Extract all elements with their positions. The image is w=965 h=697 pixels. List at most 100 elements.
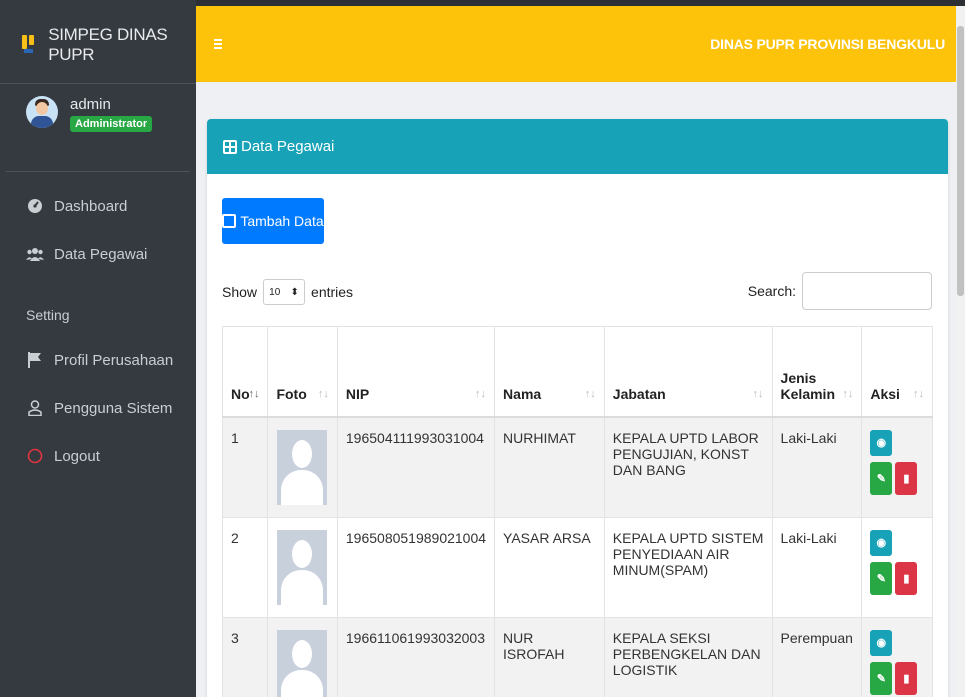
edit-icon: ✎ [876, 572, 886, 585]
cell-jenis-kelamin: Perempuan [771, 616, 863, 697]
cell-nip: 196504111993031004 [336, 416, 496, 518]
avatar [26, 96, 58, 128]
header-title: DINAS PUPR PROVINSI BENGKULU [710, 36, 945, 52]
entries-select[interactable]: 10 ⬍ [263, 279, 306, 305]
users-icon [26, 245, 44, 263]
table-row: 2 196508051989021004 YASAR ARSA KEPALA U… [221, 516, 933, 618]
column-header-jenis-kelamin[interactable]: Jenis Kelamin ↑↓ [771, 326, 863, 418]
employee-photo [277, 429, 328, 505]
edit-icon [222, 214, 237, 228]
role-badge: Administrator [70, 116, 153, 132]
sidebar-item-logout[interactable]: Logout [0, 432, 196, 480]
column-header-foto[interactable]: Foto ↑↓ [267, 326, 338, 418]
table-icon [223, 139, 237, 154]
sidebar-item-data-pegawai[interactable]: Data Pegawai [0, 230, 196, 278]
column-header-aksi[interactable]: Aksi ↑↓ [861, 326, 933, 418]
cell-no: 3 [221, 616, 269, 697]
search-control: Search: [748, 272, 932, 310]
user-name: admin [70, 96, 111, 113]
menu-toggle-icon[interactable] [214, 39, 222, 49]
trash-icon: ▮ [903, 672, 910, 685]
page-scrollbar[interactable] [956, 6, 965, 697]
sidebar-item-dashboard[interactable]: Dashboard [0, 182, 196, 230]
entries-value: 10 [269, 286, 281, 298]
eye-icon: ◉ [876, 537, 887, 549]
brand[interactable]: SIMPEG DINAS PUPR [0, 6, 196, 84]
edit-button[interactable]: ✎ [870, 461, 893, 495]
column-header-jabatan[interactable]: Jabatan ↑↓ [603, 326, 773, 418]
cell-jabatan: KEPALA UPTD SISTEM PENYEDIAAN AIR MINUM(… [603, 516, 773, 618]
sidebar: SIMPEG DINAS PUPR admin Administrator Da… [0, 0, 196, 697]
sort-icon: ↑↓ [752, 387, 764, 400]
sidebar-item-pengguna-sistem[interactable]: Pengguna Sistem [0, 384, 196, 432]
data-pegawai-card: Data Pegawai Tambah Data Show 10 ⬍ entri… [207, 119, 948, 697]
cell-nip: 196611061993032003 [336, 616, 496, 697]
edit-icon: ✎ [876, 672, 886, 685]
table-row: 1 196504111993031004 NURHIMAT KEPALA UPT… [221, 416, 933, 518]
cell-aksi: ◉ ✎ ▮ [861, 416, 933, 518]
search-input[interactable] [802, 272, 932, 310]
eye-icon: ◉ [876, 437, 887, 449]
table-header-row: No ↑↓ Foto ↑↓ NIP ↑↓ Nama ↑↓ Jabatan ↑↓ Jenis… [221, 326, 933, 418]
entries-length-control: Show 10 ⬍ entries [222, 279, 353, 305]
column-header-no[interactable]: No ↑↓ [221, 326, 269, 418]
employee-table: No ↑↓ Foto ↑↓ NIP ↑↓ Nama ↑↓ Jabatan ↑↓ Jenis… [221, 326, 933, 697]
sidebar-section-setting: Setting [26, 307, 70, 323]
view-button[interactable]: ◉ [870, 529, 893, 556]
search-label: Search: [747, 283, 796, 299]
pupr-logo-icon [22, 34, 34, 55]
cell-aksi: ◉ ✎ ▮ [861, 516, 933, 618]
delete-button[interactable]: ▮ [895, 661, 918, 695]
cell-foto [267, 616, 338, 697]
cell-no: 2 [221, 516, 269, 618]
trash-icon: ▮ [903, 472, 910, 485]
user-icon [26, 399, 44, 417]
top-header: DINAS PUPR PROVINSI BENGKULU [196, 6, 965, 82]
sort-icon: ↑↓ [317, 387, 329, 400]
add-data-label: Tambah Data [240, 213, 324, 229]
user-panel: admin Administrator [6, 84, 190, 172]
cell-foto [267, 516, 338, 618]
show-label: Show [222, 284, 258, 300]
trash-icon: ▮ [903, 572, 910, 585]
cell-nip: 196508051989021004 [336, 516, 496, 618]
view-button[interactable]: ◉ [870, 429, 893, 456]
sidebar-item-profil-perusahaan[interactable]: Profil Perusahaan [0, 336, 196, 384]
sort-icon: ↑↓ [475, 387, 487, 400]
cell-aksi: ◉ ✎ ▮ [861, 616, 933, 697]
card-header: Data Pegawai [207, 119, 948, 174]
view-button[interactable]: ◉ [870, 629, 893, 656]
column-header-nip[interactable]: NIP ↑↓ [336, 326, 496, 418]
sort-asc-icon: ↑↓ [248, 387, 260, 400]
sort-icon: ↑↓ [842, 387, 854, 400]
sidebar-item-label: Pengguna Sistem [54, 399, 173, 417]
add-data-button[interactable]: Tambah Data [222, 198, 324, 244]
employee-photo [277, 529, 328, 605]
edit-button[interactable]: ✎ [870, 661, 893, 695]
brand-title: SIMPEG DINAS PUPR [48, 24, 168, 64]
delete-button[interactable]: ▮ [895, 561, 918, 595]
column-header-nama[interactable]: Nama ↑↓ [494, 326, 605, 418]
cell-foto [267, 416, 338, 518]
edit-icon: ✎ [876, 472, 886, 485]
flag-icon [26, 351, 44, 369]
edit-button[interactable]: ✎ [870, 561, 893, 595]
eye-icon: ◉ [876, 637, 887, 649]
sort-icon: ↑↓ [913, 387, 924, 400]
dashboard-icon [26, 197, 44, 215]
cell-jenis-kelamin: Laki-Laki [771, 416, 863, 518]
cell-jabatan: KEPALA SEKSI PERBENGKELAN DAN LOGISTIK [603, 616, 773, 697]
card-title: Data Pegawai [241, 138, 335, 155]
scroll-thumb[interactable] [957, 26, 964, 296]
cell-nama: NURHIMAT [494, 416, 605, 518]
cell-no: 1 [221, 416, 269, 518]
table-row: 3 196611061993032003 NUR ISROFAH KEPALA … [221, 616, 933, 697]
employee-photo [277, 629, 328, 697]
cell-nama: YASAR ARSA [494, 516, 605, 618]
delete-button[interactable]: ▮ [895, 461, 918, 495]
sort-icon: ↑↓ [584, 387, 596, 400]
entries-label: entries [311, 284, 354, 300]
sidebar-item-label: Dashboard [54, 197, 128, 215]
sidebar-item-label: Profil Perusahaan [54, 351, 174, 369]
cell-jenis-kelamin: Laki-Laki [771, 516, 863, 618]
